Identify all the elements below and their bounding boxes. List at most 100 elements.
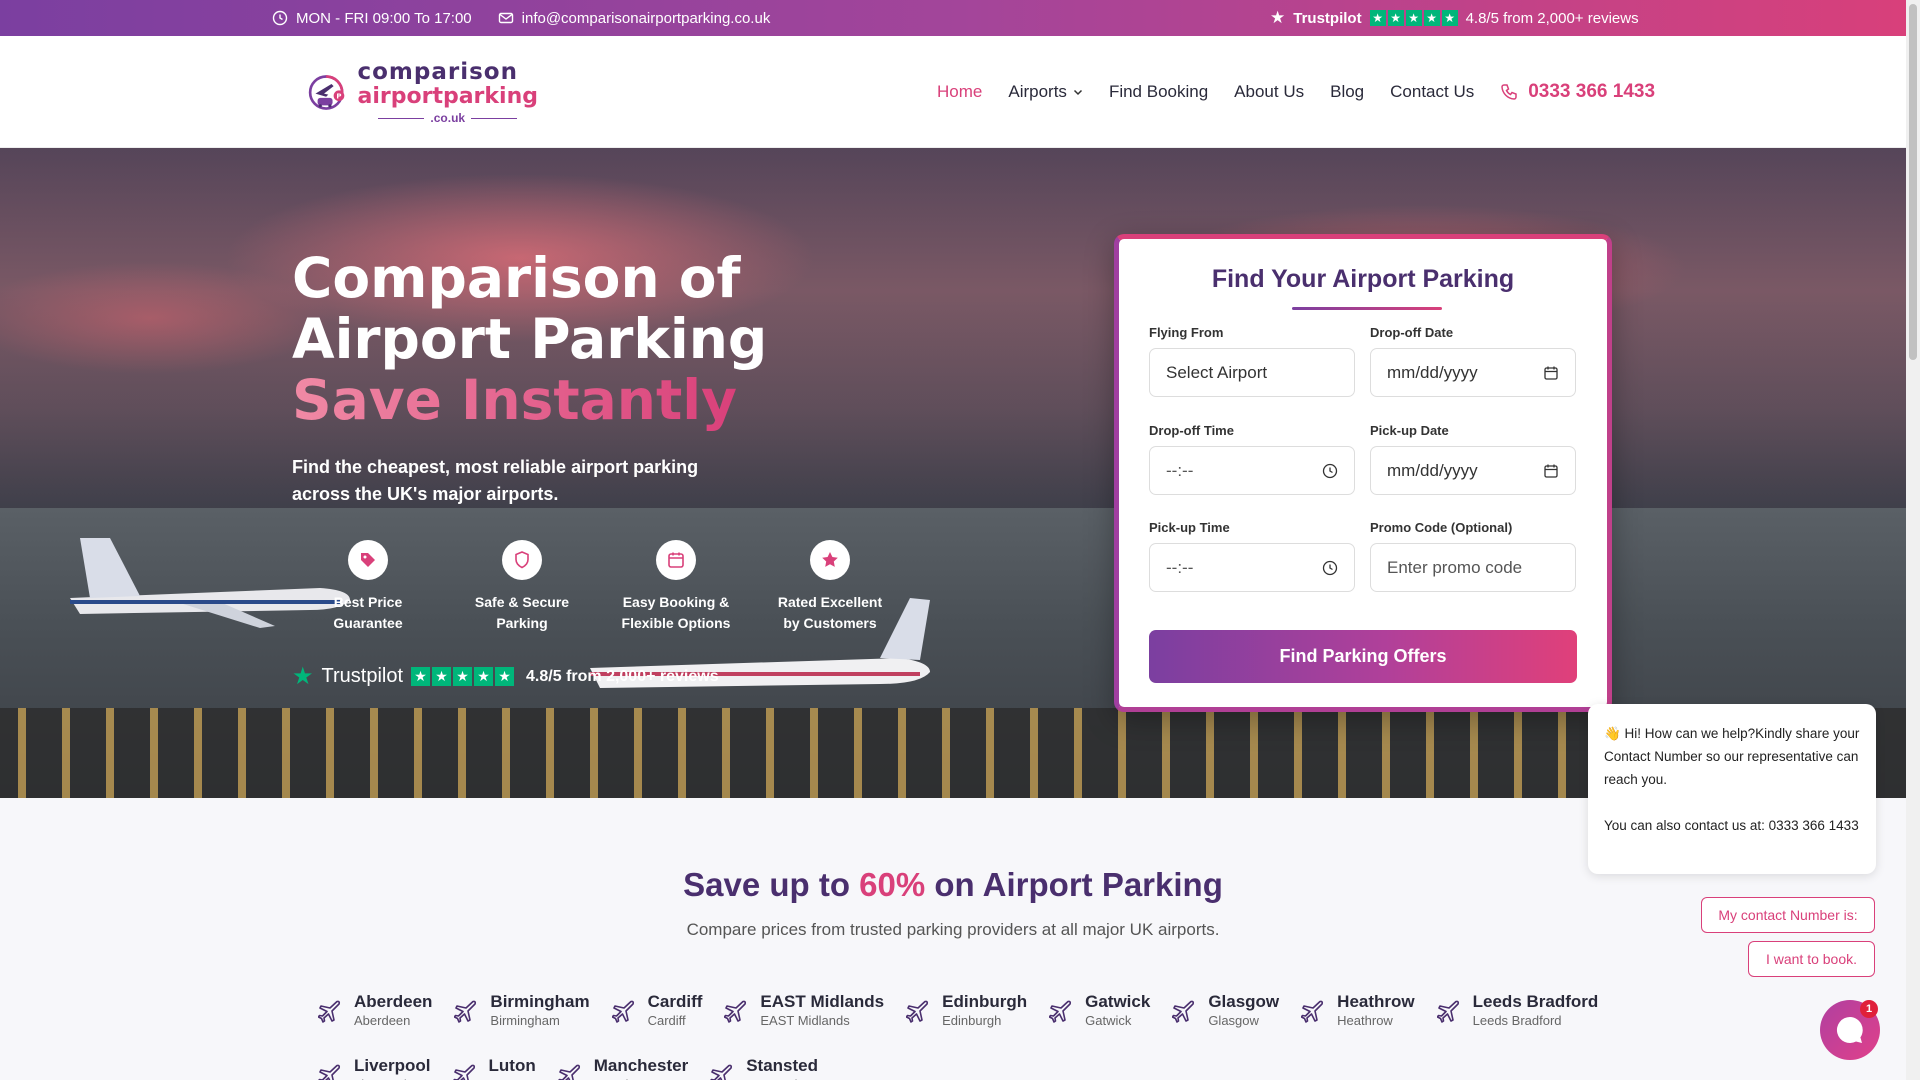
airport-item[interactable]: Glasgow Glasgow: [1172, 992, 1279, 1030]
trustpilot-summary[interactable]: ★ Trustpilot ★ ★ ★ ★ ★ 4.8/5 from 2,000+…: [1270, 0, 1639, 36]
chat-message-contact: You can also contact us at: 0333 366 143…: [1604, 818, 1859, 833]
feature-item: Rated Excellent by Customers: [762, 540, 898, 634]
hero-title-highlight: Save Instantly: [292, 368, 737, 432]
airport-list: Aberdeen Aberdeen Birmingham Birmingham Card…: [318, 992, 1608, 1080]
feature-label-line1: Easy Booking &: [622, 594, 730, 610]
dropoff-time-value: --:--: [1166, 460, 1194, 480]
feature-list: Best Price Guarantee Safe & Secure Parki…: [300, 540, 898, 634]
airport-item[interactable]: Heathrow Heathrow: [1301, 992, 1415, 1030]
dropoff-time-label: Drop-off Time: [1149, 423, 1234, 438]
star-icon: ★: [1270, 8, 1286, 27]
airport-name: Stansted: [746, 1056, 818, 1075]
airplane-icon: [724, 1000, 747, 1023]
savings-subtitle: Compare prices from trusted parking prov…: [686, 920, 1220, 939]
promo-code-placeholder: Enter promo code: [1387, 557, 1523, 577]
logo-text-line3: .co.uk: [358, 112, 539, 124]
nav-about-us[interactable]: About Us: [1234, 82, 1304, 102]
dropoff-time-field: Drop-off Time --:--: [1149, 423, 1355, 495]
airport-subtitle: Aberdeen: [354, 1013, 411, 1028]
phone-link[interactable]: 0333 366 1433: [1500, 81, 1655, 103]
airport-name: Cardiff: [647, 992, 703, 1011]
chat-message: 👋 Hi! How can we help?Kindly share your …: [1588, 704, 1876, 874]
clock-icon[interactable]: [1322, 463, 1338, 479]
flying-from-select[interactable]: Select Airport: [1149, 348, 1355, 397]
feature-item: Easy Booking & Flexible Options: [608, 540, 744, 634]
nav-airports-label: Airports: [1008, 82, 1067, 101]
star-icon: ★: [1387, 10, 1404, 26]
dropoff-date-field: Drop-off Date mm/dd/yyyy: [1370, 325, 1576, 397]
hero-title: Comparison of Airport Parking Save Insta…: [292, 248, 767, 431]
airport-name: Birmingham: [490, 992, 590, 1011]
airplane-icon: [710, 1064, 733, 1080]
airplane-icon: [318, 1000, 341, 1023]
airplane-icon: [1301, 1000, 1324, 1023]
airport-name: Gatwick: [1085, 992, 1151, 1011]
airport-item[interactable]: Aberdeen Aberdeen: [318, 992, 432, 1030]
dropoff-date-label: Drop-off Date: [1370, 325, 1454, 340]
form-title: Find Your Airport Parking: [1211, 265, 1515, 293]
logo-text-line1: comparison: [357, 58, 518, 85]
tag-icon: [361, 553, 375, 567]
page-scrollbar[interactable]: [1906, 0, 1920, 1080]
email-text: info@comparisonairportparking.co.uk: [521, 9, 771, 27]
feature-label-line1: Rated Excellent: [777, 594, 883, 610]
feature-label-line2: by Customers: [783, 615, 877, 631]
scrollbar-thumb[interactable]: [1909, 4, 1917, 360]
airport-item[interactable]: EAST Midlands EAST Midlands: [724, 992, 884, 1030]
clock-icon[interactable]: [1322, 560, 1338, 576]
chat-option-book[interactable]: I want to book.: [1748, 941, 1875, 977]
nav-home[interactable]: Home: [937, 82, 982, 102]
feature-label-line1: Best Price: [333, 594, 403, 610]
nav-airports[interactable]: Airports: [1008, 82, 1083, 102]
airport-item[interactable]: Gatwick Gatwick: [1049, 992, 1150, 1030]
airport-item[interactable]: Leeds Bradford Leeds Bradford: [1436, 992, 1598, 1030]
airport-item[interactable]: Edinburgh Edinburgh: [906, 992, 1027, 1030]
chat-option-contact-number[interactable]: My contact Number is:: [1701, 897, 1875, 933]
airplane-icon: [452, 1064, 475, 1080]
chat-unread-badge: 1: [1860, 1000, 1878, 1018]
chevron-down-icon: [1073, 89, 1082, 96]
airport-item[interactable]: ManchesterManchester: [557, 1056, 688, 1080]
pickup-date-input[interactable]: mm/dd/yyyy: [1370, 446, 1576, 495]
feature-item: Safe & Secure Parking: [454, 540, 590, 634]
airport-item[interactable]: Cardiff Cardiff: [611, 992, 703, 1030]
calendar-icon[interactable]: [1543, 365, 1559, 381]
airport-item[interactable]: LutonLuton: [452, 1056, 536, 1080]
rating-text: 4.8/5 from 2,000+ reviews: [526, 667, 719, 685]
pickup-time-input[interactable]: --:--: [1149, 543, 1355, 592]
airport-subtitle: Manchester: [594, 1076, 688, 1080]
nav-contact-us[interactable]: Contact Us: [1390, 82, 1474, 102]
promo-code-input[interactable]: Enter promo code: [1370, 543, 1576, 592]
star-icon: [822, 552, 838, 567]
business-hours: MON - FRI 09:00 To 17:00: [272, 10, 472, 27]
airport-item[interactable]: StanstedStansted: [710, 1056, 818, 1080]
dropoff-date-input[interactable]: mm/dd/yyyy: [1370, 348, 1576, 397]
airport-subtitle: Glasgow: [1208, 1013, 1259, 1028]
airport-item[interactable]: LiverpoolLiverpool: [318, 1056, 431, 1080]
pickup-time-label: Pick-up Time: [1149, 520, 1230, 535]
airport-subtitle: Leeds Bradford: [1472, 1013, 1562, 1028]
nav-blog[interactable]: Blog: [1330, 82, 1364, 102]
hero-trustpilot[interactable]: ★ Trustpilot ★ ★ ★ ★ ★ 4.8/5 from 2,000+…: [292, 662, 719, 691]
airport-name: Aberdeen: [354, 992, 433, 1011]
airport-item[interactable]: Birmingham Birmingham: [454, 992, 590, 1030]
airplane-icon: [906, 1000, 929, 1023]
airport-name: Liverpool: [354, 1056, 431, 1075]
airport-subtitle: EAST Midlands: [760, 1013, 850, 1028]
find-parking-offers-button[interactable]: Find Parking Offers: [1149, 630, 1577, 683]
parking-search-form: Find Your Airport Parking Flying From Se…: [1114, 234, 1612, 712]
calendar-icon[interactable]: [1543, 463, 1559, 479]
star-icon: ★: [1441, 10, 1458, 26]
promo-code-label: Promo Code (Optional): [1370, 520, 1513, 535]
phone-number: 0333 366 1433: [1528, 81, 1656, 102]
dropoff-time-input[interactable]: --:--: [1149, 446, 1355, 495]
email-link[interactable]: info@comparisonairportparking.co.uk: [498, 9, 771, 27]
airplane-icon: [611, 1000, 634, 1023]
flying-from-field: Flying From Select Airport: [1149, 325, 1355, 397]
airport-subtitle: Birmingham: [490, 1013, 560, 1028]
site-logo[interactable]: P comparison airportparking .co.uk: [308, 50, 538, 134]
airport-subtitle: Stansted: [746, 1076, 818, 1080]
airport-name: Edinburgh: [942, 992, 1028, 1011]
nav-find-booking[interactable]: Find Booking: [1109, 82, 1208, 102]
airplane-icon: [1172, 1000, 1195, 1023]
